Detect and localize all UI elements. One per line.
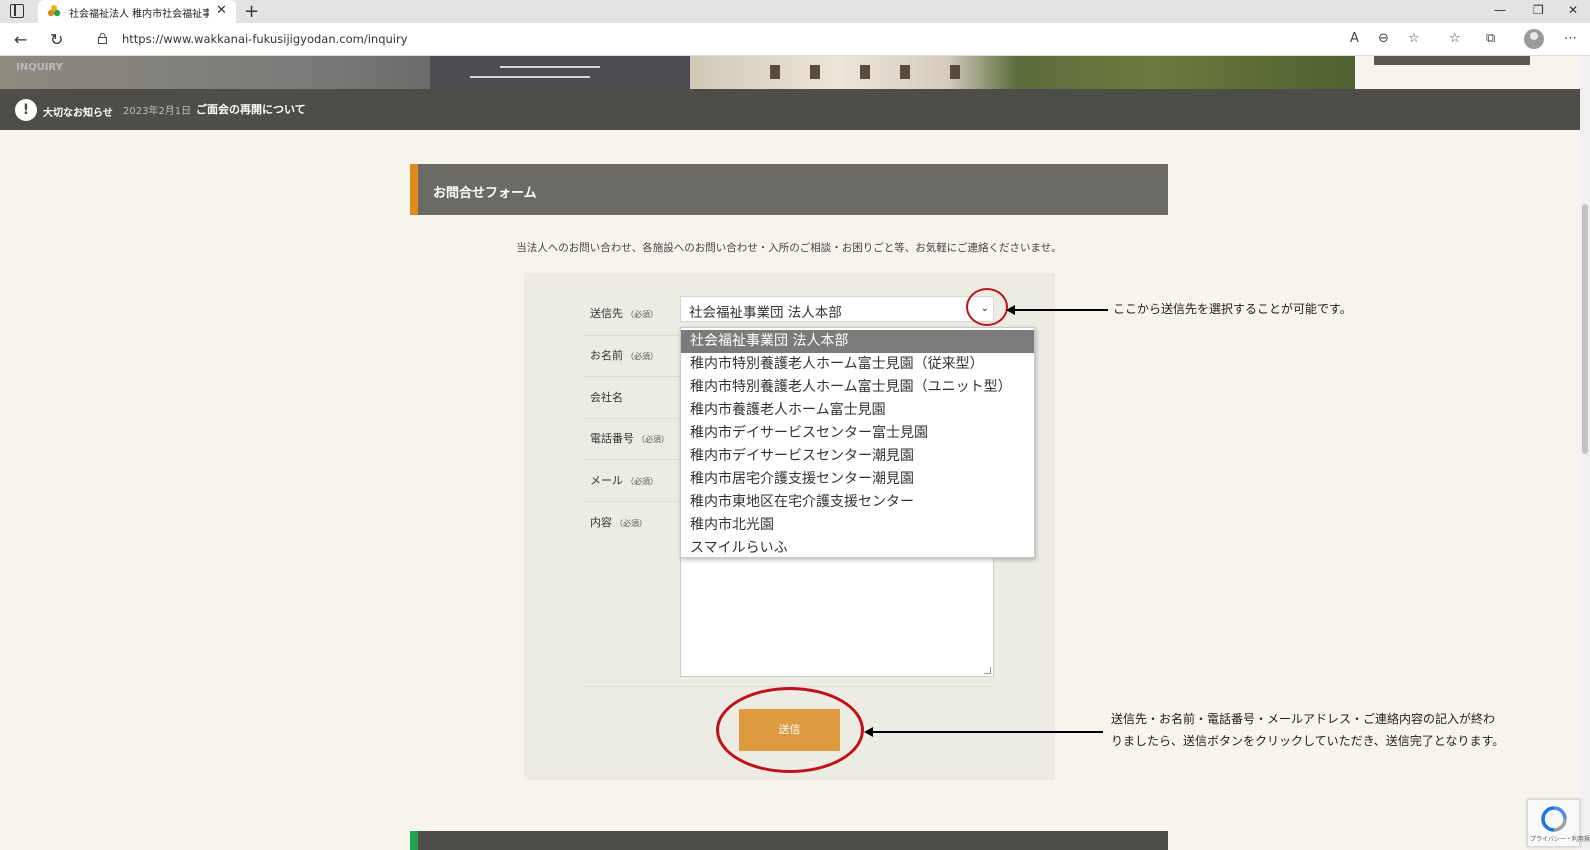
resize-handle-icon[interactable]	[984, 667, 991, 674]
dropdown-option[interactable]: 稚内市デイサービスセンター潮見園	[681, 445, 1034, 468]
address-bar[interactable]: https://www.wakkanai-fukusijigyodan.com/…	[84, 27, 1414, 52]
next-section-header	[410, 831, 1168, 850]
notice-bar[interactable]: ! 大切なお知らせ 2023年2月1日 ご面会の再開について	[0, 89, 1580, 130]
lock-icon	[98, 33, 107, 44]
dropdown-option[interactable]: 稚内市居宅介護支援センター潮見園	[681, 468, 1034, 491]
profile-avatar[interactable]	[1524, 29, 1544, 49]
annotation-arrow	[864, 727, 1103, 737]
more-menu-icon[interactable]: ⋯	[1564, 31, 1577, 46]
dropdown-option[interactable]: 稚内市東地区在宅介護支援センター	[681, 491, 1034, 514]
dropdown-option[interactable]: 稚内市北光園	[681, 514, 1034, 537]
sidebar-block	[1374, 56, 1530, 65]
annotation-circle	[966, 288, 1008, 326]
dropdown-option[interactable]: 稚内市養護老人ホーム富士見園	[681, 399, 1034, 422]
collections-icon[interactable]: ⧉	[1486, 31, 1495, 46]
name-label: お名前 （必須）	[590, 349, 658, 362]
dropdown-option[interactable]: 社会福祉事業団 法人本部	[681, 330, 1034, 353]
dropdown-option[interactable]: 稚内市特別養護老人ホーム富士見園（従来型）	[681, 353, 1034, 376]
parking-line	[500, 66, 600, 68]
alert-icon: !	[15, 99, 37, 121]
favorites-icon[interactable]: ☆	[1449, 31, 1461, 46]
hero-label: INQUIRY	[16, 62, 63, 73]
refresh-icon[interactable]: ↻	[50, 30, 63, 49]
browser-tab[interactable]: 社会福祉法人 稚内市社会福祉事業団 ✕	[38, 0, 236, 23]
new-tab-icon[interactable]: +	[244, 1, 259, 22]
back-icon[interactable]: ←	[14, 30, 27, 49]
tab-title: 社会福祉法人 稚内市社会福祉事業団	[69, 9, 209, 20]
form-intro: 当法人へのお問い合わせ、各施設へのお問い合わせ・入所のご相談・お困りごと等、お気…	[516, 242, 1062, 254]
restore-icon[interactable]: ❐	[1533, 3, 1544, 17]
submit-hint-line: 送信先・お名前・電話番号・メールアドレス・ご連絡内容の記入が終わ	[1111, 712, 1496, 726]
parking-lot-image	[430, 56, 690, 89]
header-accent	[410, 164, 418, 215]
notice-link[interactable]: ご面会の再開について	[196, 101, 306, 117]
close-tab-icon[interactable]: ✕	[216, 3, 227, 18]
destination-select[interactable]: 社会福祉事業団 法人本部 ⌄	[680, 296, 994, 322]
building-window	[770, 65, 780, 79]
recaptcha-icon	[1541, 806, 1567, 832]
recaptcha-badge[interactable]: プライバシー・利用規約	[1527, 799, 1590, 847]
select-hint-callout: ここから送信先を選択することが可能です。	[1113, 302, 1352, 316]
phone-label: 電話番号 （必須）	[590, 432, 669, 445]
zoom-icon[interactable]: ⊖	[1378, 31, 1389, 46]
recaptcha-text: プライバシー・利用規約	[1530, 836, 1590, 843]
destination-select-value: 社会福祉事業団 法人本部	[689, 305, 842, 321]
building-window	[810, 65, 820, 79]
close-window-icon[interactable]: ✕	[1568, 3, 1578, 17]
notice-label: 大切なお知らせ	[43, 108, 113, 119]
building-window	[860, 65, 870, 79]
hero-banner: INQUIRY	[0, 56, 1355, 89]
page-scrollbar[interactable]	[1580, 56, 1590, 850]
building-window	[900, 65, 910, 79]
notice-date: 2023年2月1日	[123, 106, 192, 117]
tab-actions-icon[interactable]	[10, 4, 24, 18]
building-window	[950, 65, 960, 79]
company-label: 会社名	[590, 391, 623, 404]
dropdown-option[interactable]: スマイルらいふ	[681, 537, 1034, 560]
submit-hint-line: りましたら、送信ボタンをクリックしていただき、送信完了となります。	[1111, 734, 1505, 748]
add-favorite-icon[interactable]: ☆	[1408, 31, 1420, 46]
dropdown-option[interactable]: 稚内市特別養護老人ホーム富士見園（ユニット型）	[681, 376, 1034, 399]
annotation-arrow	[1006, 305, 1108, 315]
submit-hint-callout: 送信先・お名前・電話番号・メールアドレス・ご連絡内容の記入が終わ りましたら、送…	[1111, 708, 1504, 752]
destination-dropdown-list: 社会福祉事業団 法人本部 稚内市特別養護老人ホーム富士見園（従来型） 稚内市特別養護…	[680, 327, 1035, 558]
url-text: https://www.wakkanai-fukusijigyodan.com/…	[122, 32, 408, 46]
content-label: 内容 （必須）	[590, 516, 647, 529]
dropdown-option[interactable]: 稚内市デイサービスセンター富士見園	[681, 422, 1034, 445]
browser-tab-bar: 社会福祉法人 稚内市社会福祉事業団 ✕ + — ❐ ✕	[0, 0, 1590, 23]
form-header: お問合せフォーム	[410, 164, 1168, 215]
parking-line	[470, 76, 590, 78]
destination-label: 送信先 （必須）	[590, 307, 658, 320]
scrollbar-thumb[interactable]	[1582, 204, 1588, 454]
address-toolbar: ← ↻ https://www.wakkanai-fukusijigyodan.…	[0, 23, 1590, 56]
email-label: メール （必須）	[590, 474, 658, 487]
read-aloud-icon[interactable]: A	[1350, 31, 1359, 46]
annotation-circle	[716, 687, 864, 773]
minimize-icon[interactable]: —	[1494, 3, 1506, 17]
header-accent	[410, 831, 418, 850]
site-favicon-icon	[47, 5, 61, 17]
form-title: お問合せフォーム	[433, 186, 537, 201]
